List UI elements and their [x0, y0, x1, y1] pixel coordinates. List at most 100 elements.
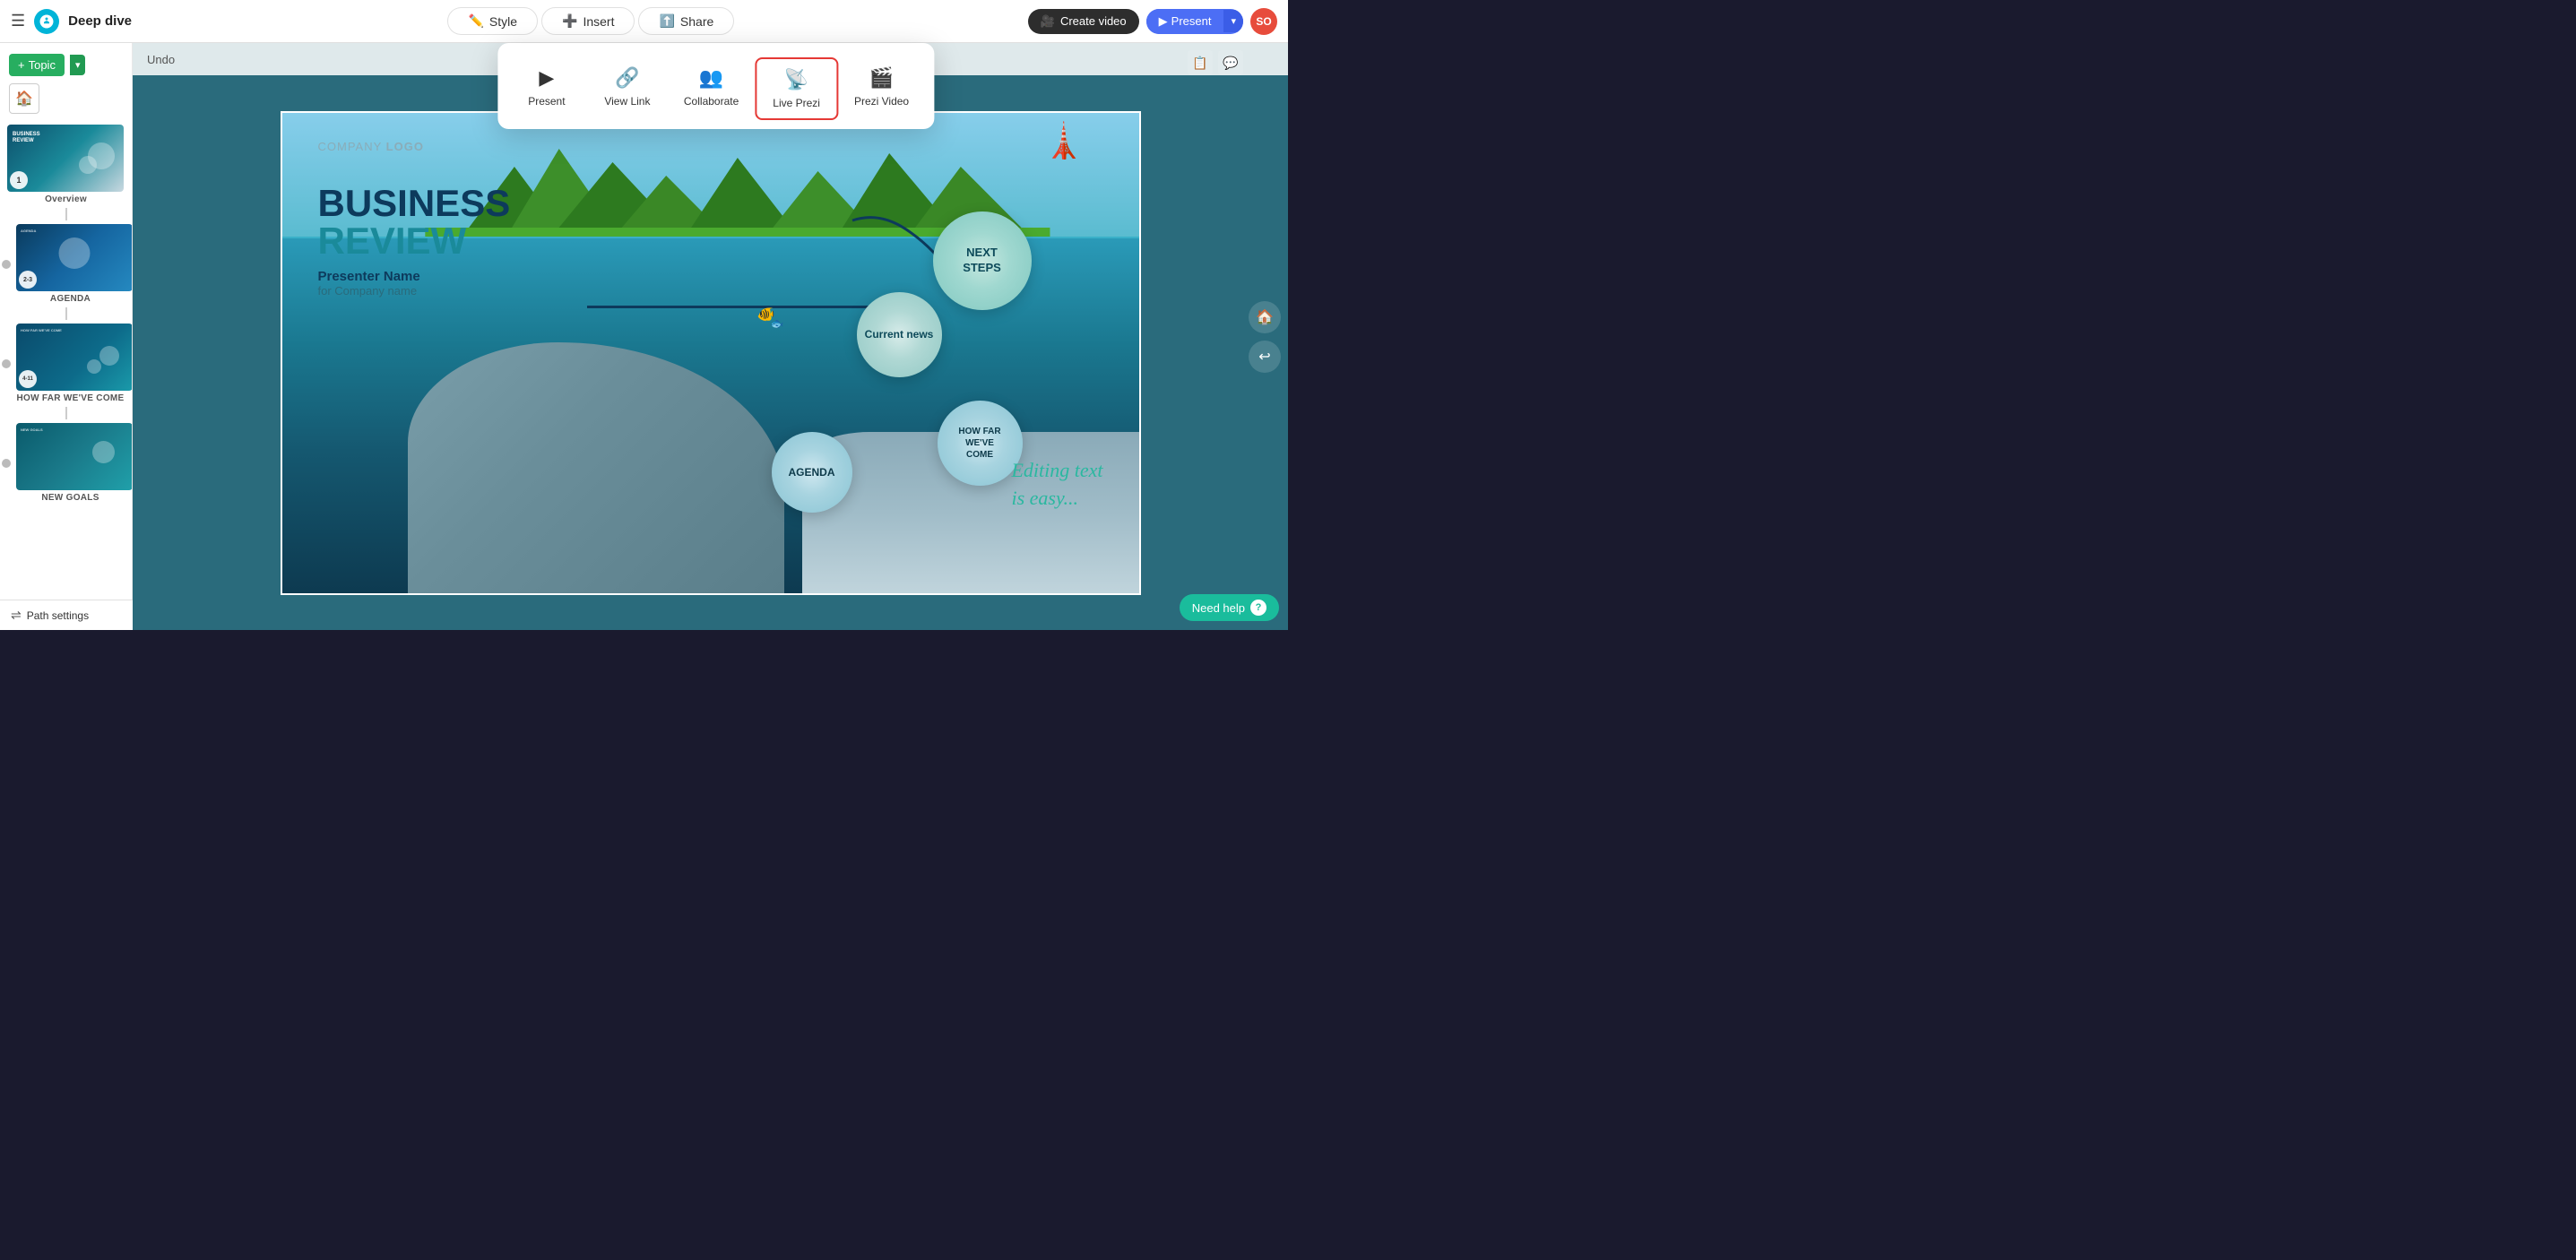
liveprezi-label: Live Prezi	[773, 97, 820, 109]
circle-agenda[interactable]: AGENDA	[772, 432, 852, 513]
prezi-canvas[interactable]: 🗼 COMPANY LOGO BUSINESS REVIEW Presenter…	[281, 111, 1141, 595]
thumb-circle-2	[79, 156, 97, 174]
path-settings-icon: ⇌	[11, 608, 22, 623]
create-video-button[interactable]: 🎥 Create video	[1028, 9, 1139, 34]
side-dot-agenda	[2, 260, 11, 269]
divider-line	[587, 306, 910, 308]
slide-thumb-text-howfar: HOW FAR WE'VE COME	[21, 328, 62, 332]
circle-next-steps[interactable]: NEXT STEPS	[933, 211, 1032, 310]
present-dropdown-button[interactable]: ▾	[1223, 10, 1243, 32]
chat-icon-button[interactable]: 💬	[1218, 50, 1243, 75]
liveprezi-icon: 📡	[784, 68, 808, 91]
slide-thumb-text-newgoals: NEW GOALS	[21, 427, 43, 432]
slide-label-agenda: AGENDA	[16, 294, 125, 304]
presenter-name: Presenter Name	[318, 269, 511, 284]
insert-button[interactable]: ➕ Insert	[541, 7, 635, 35]
help-label: Need help	[1192, 601, 1245, 615]
brand-icon	[34, 9, 59, 34]
connector-line-2	[65, 307, 67, 320]
circle-how-far[interactable]: HOW FAR WE'VE COME	[938, 401, 1023, 486]
slide-badge-overview: 1	[10, 171, 28, 189]
video-camera-icon: 🎥	[1041, 14, 1055, 29]
slide-badge-howfar: 4-11	[19, 370, 37, 388]
back-panel-button[interactable]: ↩	[1249, 341, 1281, 373]
collaborate-label: Collaborate	[684, 95, 739, 108]
slide-thumb-overview: BUSINESSREVIEW 1	[7, 125, 124, 192]
share-icon: ⬆️	[659, 13, 674, 29]
viewlink-label: View Link	[604, 95, 650, 108]
dropdown-item-collaborate[interactable]: 👥 Collaborate	[668, 57, 755, 120]
thumb-circle-howfar-2	[87, 359, 101, 374]
topright-icons: 📋 💬	[1188, 50, 1243, 75]
present-label: Present	[1171, 14, 1212, 28]
insert-label: Insert	[583, 14, 614, 29]
plus-icon: +	[18, 58, 25, 72]
play-icon: ▶	[1159, 14, 1168, 29]
slide-item-overview[interactable]: BUSINESSREVIEW 1 Overview	[0, 121, 132, 208]
need-help-button[interactable]: Need help ?	[1180, 594, 1279, 621]
prezivideo-icon: 🎬	[869, 66, 894, 90]
home-panel-button[interactable]: 🏠	[1249, 301, 1281, 333]
how-far-label: HOW FAR WE'VE COME	[958, 426, 1000, 461]
slide-label-newgoals: NEW GOALS	[16, 493, 125, 503]
slide-item-agenda[interactable]: AGENDA 2-3 AGENDA	[0, 220, 132, 307]
undo-button[interactable]: Undo	[147, 53, 175, 66]
style-button[interactable]: ✏️ Style	[447, 7, 538, 35]
topbar-right: 🎥 Create video ▶ Present ▾ SO	[1028, 8, 1277, 35]
link-icon: 🔗	[615, 66, 639, 90]
chevron-down-icon: ▾	[1231, 16, 1236, 27]
logo-bold: LOGO	[386, 140, 424, 153]
circle-current-news[interactable]: Current news	[857, 292, 942, 377]
side-dot-howfar	[2, 359, 11, 368]
style-label: Style	[489, 14, 517, 29]
fish-icon-2: 🐟	[771, 317, 784, 330]
slide-item-newgoals[interactable]: NEW GOALS NEW GOALS	[0, 419, 132, 506]
biz-title1: BUSINESS	[318, 185, 511, 222]
topbar-left: ☰ Deep dive	[11, 9, 154, 34]
present-button-group: ▶ Present ▾	[1146, 9, 1243, 34]
biz-title2: REVIEW	[318, 222, 511, 260]
company-logo: COMPANY LOGO	[318, 140, 424, 153]
avatar[interactable]: SO	[1250, 8, 1277, 35]
editing-text: Editing textis easy...	[1011, 457, 1102, 513]
main-area: + Topic ▾ 🏠 BUSINESSREVIEW 1 Overview	[0, 43, 1288, 630]
next-steps-label: NEXT STEPS	[963, 246, 1001, 276]
dropdown-item-present[interactable]: ▶ Present	[506, 57, 587, 120]
thumb-circle-howfar-1	[99, 346, 119, 366]
style-icon: ✏️	[468, 13, 483, 29]
topic-button[interactable]: + Topic	[9, 54, 65, 76]
thumb-circle-newgoals	[92, 441, 115, 463]
collaborate-icon: 👥	[699, 66, 723, 90]
current-news-label: Current news	[865, 328, 934, 341]
slide-item-howfar[interactable]: HOW FAR WE'VE COME 4-11 HOW FAR WE'VE CO…	[0, 320, 132, 407]
slide-badge-agenda: 2-3	[19, 271, 37, 289]
home-icon: 🏠	[15, 90, 33, 108]
topic-dropdown-button[interactable]: ▾	[70, 55, 86, 75]
path-settings-bar[interactable]: ⇌ Path settings	[0, 600, 133, 630]
company-name: for Company name	[318, 284, 511, 298]
dropdown-item-viewlink[interactable]: 🔗 View Link	[587, 57, 668, 120]
share-label: Share	[680, 14, 713, 29]
share-button[interactable]: ⬆️ Share	[638, 7, 734, 35]
hamburger-icon[interactable]: ☰	[11, 12, 25, 30]
notes-icon-button[interactable]: 📋	[1188, 50, 1213, 75]
slide-label-howfar: HOW FAR WE'VE COME	[16, 393, 125, 403]
agenda-label: AGENDA	[788, 466, 834, 479]
app-title: Deep dive	[68, 13, 132, 29]
slide-connector-3	[0, 407, 132, 419]
slide-thumb-howfar: HOW FAR WE'VE COME 4-11	[16, 324, 133, 391]
slide-thumb-agenda: AGENDA 2-3	[16, 224, 133, 291]
slide-thumb-text-agenda: AGENDA	[21, 229, 36, 233]
share-dropdown: ▶ Present 🔗 View Link 👥 Collaborate 📡 Li…	[497, 43, 934, 129]
topic-label: Topic	[29, 58, 56, 72]
business-review: BUSINESS REVIEW Presenter Name for Compa…	[318, 185, 511, 298]
present-main-button[interactable]: ▶ Present	[1146, 9, 1224, 34]
dropdown-item-prezivideo[interactable]: 🎬 Prezi Video	[838, 57, 925, 120]
help-question-icon: ?	[1250, 600, 1266, 616]
dropdown-item-liveprezi[interactable]: 📡 Live Prezi	[755, 57, 838, 120]
side-dot-newgoals	[2, 459, 11, 468]
lighthouse-icon: 🗼	[1042, 122, 1085, 161]
home-slide-button[interactable]: 🏠	[9, 83, 39, 114]
slide-label-overview: Overview	[7, 194, 125, 204]
slide-connector-1	[0, 208, 132, 220]
